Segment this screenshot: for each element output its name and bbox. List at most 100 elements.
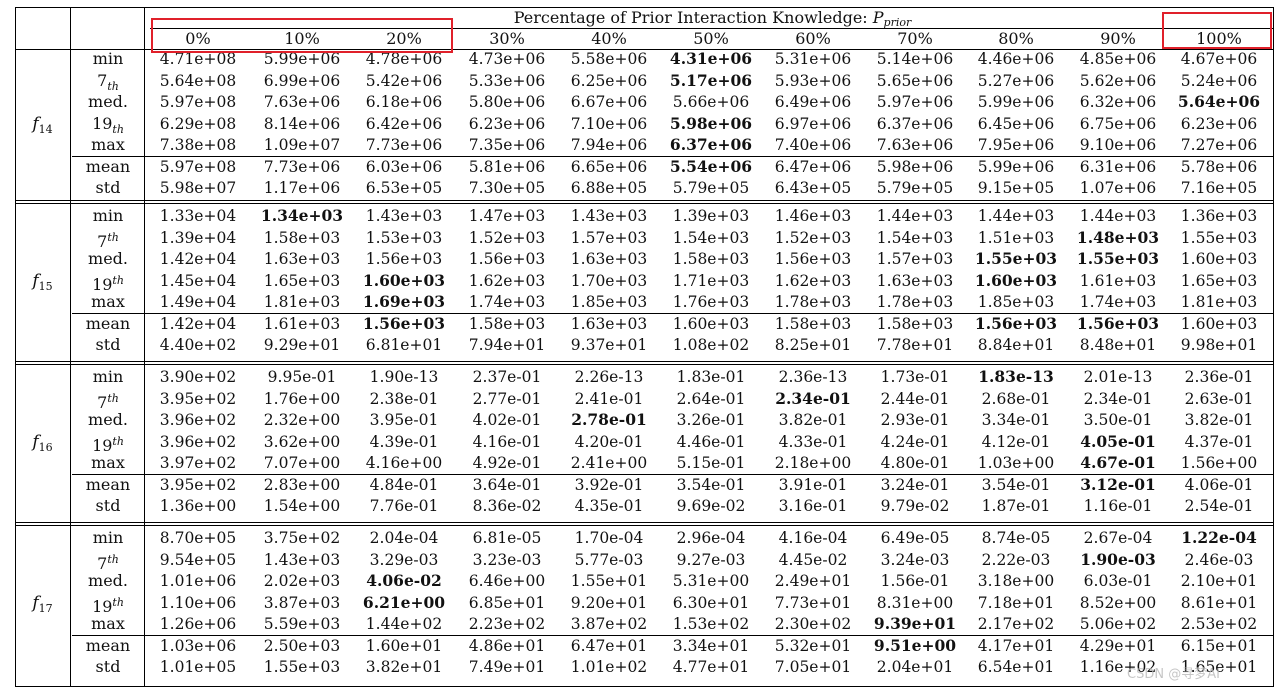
cell-14-med-8: 5.99e+06	[977, 93, 1055, 111]
cell-14-mean-10: 5.78e+06	[1180, 158, 1258, 176]
cell-15-min-0: 1.33e+04	[159, 207, 237, 225]
cell-15-19th-4: 1.70e+03	[570, 272, 648, 290]
cell-15-7th-6: 1.52e+03	[774, 229, 852, 247]
row-label-base: med.	[88, 92, 128, 111]
cell-14-med-3: 5.80e+06	[468, 93, 546, 111]
cell-17-med-7: 1.56e-01	[880, 572, 950, 590]
cell-17-19th-9: 8.52e+00	[1079, 594, 1157, 612]
cell-17-min-5: 2.96e-04	[676, 529, 746, 547]
cell-16-mean-9: 3.12e-01	[1080, 475, 1156, 494]
cell-16-min-0: 3.90e+02	[159, 368, 237, 386]
cell-17-mean-1: 2.50e+03	[263, 637, 341, 655]
cell-15-min-8: 1.44e+03	[977, 207, 1055, 225]
cell-14-mean-3: 5.81e+06	[468, 158, 546, 176]
cell-16-mean-7: 3.24e-01	[880, 476, 950, 494]
cell-17-7th-10: 2.46e-03	[1184, 551, 1254, 569]
column-header-4: 40%	[591, 29, 627, 48]
cell-16-7th-5: 2.64e-01	[676, 390, 746, 408]
cell-15-19th-8: 1.60e+03	[974, 271, 1058, 290]
cell-17-max-5: 1.53e+02	[672, 615, 750, 633]
row-label-base: std	[95, 335, 121, 354]
cell-16-std-4: 4.35e-01	[574, 497, 644, 515]
cell-16-mean-0: 3.95e+02	[159, 476, 237, 494]
cell-15-mean-2: 1.56e+03	[362, 314, 446, 333]
cell-14-19th-10: 6.23e+06	[1180, 115, 1258, 133]
row-label-ordinal: th	[107, 231, 119, 244]
cell-14-med-2: 6.18e+06	[365, 93, 443, 111]
cell-15-min-7: 1.44e+03	[876, 207, 954, 225]
cell-17-med-8: 3.18e+00	[977, 572, 1055, 590]
cell-14-mean-2: 6.03e+06	[365, 158, 443, 176]
cell-17-max-1: 5.59e+03	[263, 615, 341, 633]
cell-16-std-7: 9.79e-02	[880, 497, 950, 515]
cell-16-19th-4: 4.20e-01	[574, 433, 644, 451]
cell-15-19th-5: 1.71e+03	[672, 272, 750, 290]
cell-14-min-4: 5.58e+06	[570, 50, 648, 68]
cell-17-min-8: 8.74e-05	[981, 529, 1051, 547]
cell-15-19th-2: 1.60e+03	[362, 271, 446, 290]
cell-17-19th-1: 3.87e+03	[263, 594, 341, 612]
cell-14-std-9: 1.07e+06	[1079, 179, 1157, 197]
cell-16-med-8: 3.34e-01	[981, 411, 1051, 429]
cell-16-19th-0: 3.96e+02	[159, 433, 237, 451]
column-header-6: 60%	[795, 29, 831, 48]
table-title-text: Percentage of Prior Interaction Knowledg…	[513, 8, 873, 27]
cell-14-max-6: 7.40e+06	[774, 136, 852, 154]
row-label-std: std	[72, 657, 144, 677]
cell-17-mean-2: 1.60e+01	[365, 637, 443, 655]
cell-17-mean-10: 6.15e+01	[1180, 637, 1258, 655]
cell-15-7th-0: 1.39e+04	[159, 229, 237, 247]
cell-17-min-1: 3.75e+02	[263, 529, 341, 547]
cell-14-med-1: 7.63e+06	[263, 93, 341, 111]
cell-15-std-10: 9.98e+01	[1180, 336, 1258, 354]
cell-15-mean-1: 1.61e+03	[263, 315, 341, 333]
cell-15-med-0: 1.42e+04	[159, 250, 237, 268]
cell-16-mean-8: 3.54e-01	[981, 476, 1051, 494]
cell-14-19th-2: 6.42e+06	[365, 115, 443, 133]
cell-16-mean-2: 4.84e-01	[369, 476, 439, 494]
cell-15-19th-0: 1.45e+04	[159, 272, 237, 290]
row-label-base: mean	[85, 314, 131, 333]
cell-17-mean-3: 4.86e+01	[468, 637, 546, 655]
function-label-14: f14	[15, 114, 70, 140]
cell-15-max-2: 1.69e+03	[362, 292, 446, 311]
cell-15-max-1: 1.81e+03	[263, 293, 341, 311]
cell-15-7th-8: 1.51e+03	[977, 229, 1055, 247]
cell-15-mean-10: 1.60e+03	[1180, 315, 1258, 333]
cell-14-std-7: 5.79e+05	[876, 179, 954, 197]
cell-15-max-7: 1.78e+03	[876, 293, 954, 311]
cell-15-std-8: 8.84e+01	[977, 336, 1055, 354]
cell-14-std-1: 1.17e+06	[263, 179, 341, 197]
row-label-base: std	[95, 178, 121, 197]
cell-16-19th-10: 4.37e-01	[1184, 433, 1254, 451]
row-label-base: min	[92, 206, 124, 225]
cell-15-mean-5: 1.60e+03	[672, 315, 750, 333]
cell-17-med-9: 6.03e-01	[1083, 572, 1153, 590]
cell-15-19th-6: 1.62e+03	[774, 272, 852, 290]
cell-14-mean-8: 5.99e+06	[977, 158, 1055, 176]
cell-14-med-7: 5.97e+06	[876, 93, 954, 111]
cell-15-std-5: 1.08e+02	[672, 336, 750, 354]
group-rule-b-2	[15, 364, 1273, 365]
cell-16-19th-5: 4.46e-01	[676, 433, 746, 451]
cell-16-7th-4: 2.41e-01	[574, 390, 644, 408]
cell-15-19th-9: 1.61e+03	[1079, 272, 1157, 290]
cell-17-mean-7: 9.51e+00	[873, 636, 957, 655]
cell-17-min-9: 2.67e-04	[1083, 529, 1153, 547]
cell-15-max-8: 1.85e+03	[977, 293, 1055, 311]
cell-14-mean-4: 6.65e+06	[570, 158, 648, 176]
row-label-mean: mean	[72, 475, 144, 495]
cell-14-7th-3: 5.33e+06	[468, 72, 546, 90]
column-header-5: 50%	[693, 29, 729, 48]
cell-14-19th-3: 6.23e+06	[468, 115, 546, 133]
cell-17-med-1: 2.02e+03	[263, 572, 341, 590]
cell-16-max-10: 1.56e+00	[1180, 454, 1258, 472]
cell-15-std-9: 8.48e+01	[1079, 336, 1157, 354]
cell-16-19th-1: 3.62e+00	[263, 433, 341, 451]
cell-16-std-10: 2.54e-01	[1184, 497, 1254, 515]
cell-17-7th-0: 9.54e+05	[159, 551, 237, 569]
row-label-min: min	[72, 528, 144, 548]
cell-16-med-5: 3.26e-01	[676, 411, 746, 429]
cell-14-max-2: 7.73e+06	[365, 136, 443, 154]
cell-16-std-8: 1.87e-01	[981, 497, 1051, 515]
